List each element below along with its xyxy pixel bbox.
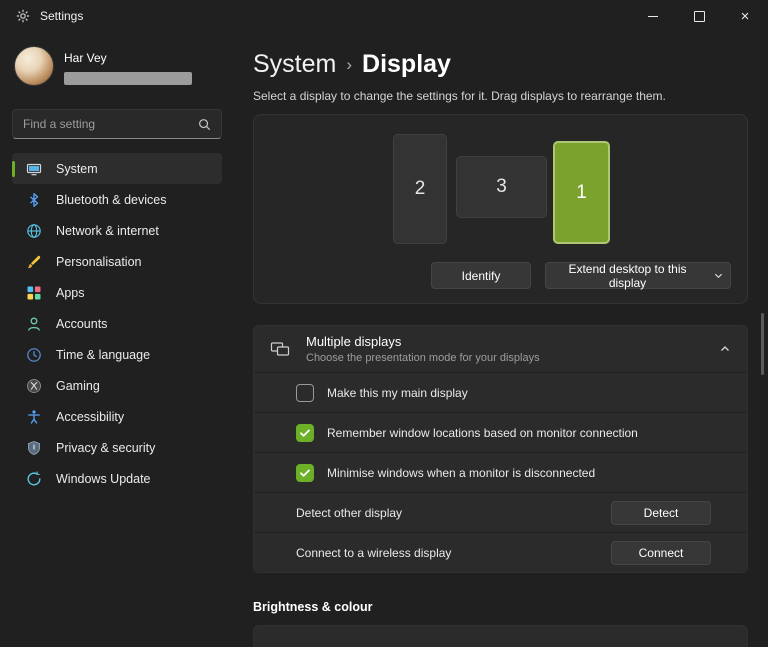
main-display-row: Make this my main display: [254, 372, 747, 412]
user-email-redacted: [64, 72, 192, 85]
extend-desktop-label: Extend desktop to this display: [568, 261, 687, 290]
remember-locations-label: Remember window locations based on monit…: [327, 425, 638, 440]
sidebar-item-accessibility[interactable]: Accessibility: [12, 401, 222, 432]
titlebar: Settings ×: [0, 0, 768, 32]
main-content: System › Display Select a display to cha…: [234, 32, 768, 647]
system-icon: [26, 161, 42, 177]
minimize-icon: [648, 15, 658, 17]
window-title: Settings: [40, 9, 84, 23]
display-arrangement-card: 2 3 1 Identify Extend desktop to this di…: [253, 114, 748, 304]
multiple-displays-subtitle: Choose the presentation mode for your di…: [306, 352, 540, 364]
monitor-2[interactable]: 2: [393, 134, 447, 244]
user-account-row[interactable]: Har Vey: [12, 40, 222, 92]
wireless-display-row: Connect to a wireless display Connect: [254, 532, 747, 572]
apps-grid-icon: [26, 285, 42, 301]
monitor-3[interactable]: 3: [456, 156, 547, 218]
sidebar-item-time-language[interactable]: Time & language: [12, 339, 222, 370]
sidebar-item-label: System: [56, 161, 98, 176]
chevron-up-icon[interactable]: [719, 343, 731, 355]
globe-icon: [26, 223, 42, 239]
sidebar-item-accounts[interactable]: Accounts: [12, 308, 222, 339]
breadcrumb: System › Display: [253, 48, 748, 80]
sidebar-item-system[interactable]: System: [12, 153, 222, 184]
sidebar-item-label: Bluetooth & devices: [56, 192, 167, 207]
sidebar: Har Vey System Bl: [0, 32, 234, 627]
search-box: [12, 109, 222, 139]
shield-icon: [26, 440, 42, 456]
sidebar-item-privacy-security[interactable]: Privacy & security: [12, 432, 222, 463]
search-input[interactable]: [23, 117, 198, 131]
main-display-checkbox[interactable]: [296, 383, 314, 402]
minimize-button[interactable]: [630, 0, 676, 32]
wireless-display-label: Connect to a wireless display: [296, 545, 452, 560]
multiple-displays-icon: [270, 339, 290, 359]
connect-button[interactable]: Connect: [611, 540, 711, 565]
page-title: Display: [362, 50, 451, 78]
detect-button[interactable]: Detect: [611, 500, 711, 525]
scrollbar-thumb[interactable]: [761, 313, 764, 375]
xbox-icon: [26, 378, 42, 394]
sidebar-item-label: Gaming: [56, 378, 100, 393]
extend-desktop-dropdown[interactable]: Extend desktop to this display: [545, 261, 731, 290]
main-display-label: Make this my main display: [327, 385, 468, 400]
sidebar-item-windows-update[interactable]: Windows Update: [12, 463, 222, 494]
sidebar-item-label: Time & language: [56, 347, 151, 362]
sidebar-item-gaming[interactable]: Gaming: [12, 370, 222, 401]
close-icon: ×: [740, 7, 750, 25]
maximize-icon: [693, 10, 705, 22]
bluetooth-icon: [26, 192, 42, 208]
page-description: Select a display to change the settings …: [253, 89, 666, 103]
multiple-displays-titles: Multiple displays Choose the presentatio…: [306, 334, 540, 364]
sidebar-item-label: Privacy & security: [56, 440, 156, 455]
sidebar-item-label: Network & internet: [56, 223, 159, 238]
minimise-windows-label: Minimise windows when a monitor is disco…: [327, 465, 596, 480]
sidebar-item-apps[interactable]: Apps: [12, 277, 222, 308]
sidebar-item-personalisation[interactable]: Personalisation: [12, 246, 222, 277]
multiple-displays-header[interactable]: Multiple displays Choose the presentatio…: [254, 326, 747, 372]
maximize-button[interactable]: [676, 0, 722, 32]
settings-gear-icon: [16, 9, 30, 23]
remember-locations-checkbox[interactable]: [296, 423, 314, 442]
detect-display-label: Detect other display: [296, 505, 403, 520]
sidebar-item-label: Windows Update: [56, 471, 151, 486]
person-icon: [26, 316, 42, 332]
sidebar-nav: System Bluetooth & devices Network & int…: [12, 153, 222, 494]
monitor-1-selected[interactable]: 1: [553, 141, 610, 244]
detect-display-row: Detect other display Detect: [254, 492, 747, 532]
breadcrumb-system[interactable]: System: [253, 49, 336, 79]
sidebar-item-label: Apps: [56, 285, 85, 300]
user-name: Har Vey: [64, 51, 107, 65]
clock-icon: [26, 347, 42, 363]
minimise-windows-checkbox[interactable]: [296, 463, 314, 482]
display-actions: Identify Extend desktop to this display: [254, 262, 747, 303]
accessibility-icon: [26, 409, 42, 425]
update-icon: [26, 470, 42, 487]
identify-button[interactable]: Identify: [431, 262, 531, 289]
chevron-down-icon: [713, 270, 724, 281]
sidebar-item-label: Personalisation: [56, 254, 142, 269]
user-avatar: [14, 46, 54, 86]
sidebar-item-bluetooth-devices[interactable]: Bluetooth & devices: [12, 184, 222, 215]
monitor-arrangement-area: 2 3 1: [254, 115, 747, 262]
brightness-card-partial: [253, 625, 748, 647]
breadcrumb-separator-icon: ›: [346, 55, 353, 74]
brush-icon: [26, 254, 42, 270]
sidebar-item-network-internet[interactable]: Network & internet: [12, 215, 222, 246]
search-icon: [198, 118, 211, 131]
sidebar-item-label: Accessibility: [56, 409, 125, 424]
minimise-windows-row: Minimise windows when a monitor is disco…: [254, 452, 747, 492]
user-info: Har Vey: [64, 46, 192, 85]
sidebar-item-label: Accounts: [56, 316, 108, 331]
remember-locations-row: Remember window locations based on monit…: [254, 412, 747, 452]
multiple-displays-section: Multiple displays Choose the presentatio…: [253, 325, 748, 573]
close-button[interactable]: ×: [722, 0, 768, 32]
brightness-colour-heading: Brightness & colour: [253, 600, 373, 614]
window-controls: ×: [630, 0, 768, 32]
multiple-displays-title: Multiple displays: [306, 334, 402, 349]
